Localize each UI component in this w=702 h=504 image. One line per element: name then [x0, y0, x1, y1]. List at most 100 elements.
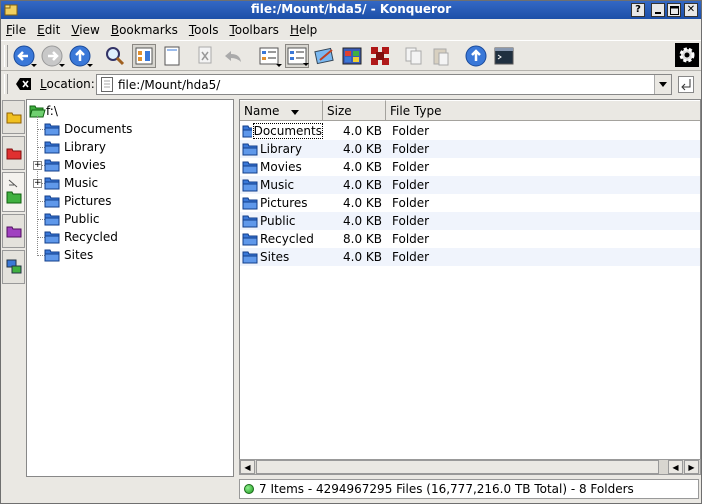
- file-list-view[interactable]: Name Size File Type Documents 4.0 KB Folde…: [239, 99, 701, 475]
- forward-button[interactable]: [40, 44, 65, 68]
- list-header: Name Size File Type: [240, 100, 700, 121]
- undo-icon: [225, 51, 241, 62]
- gear-button[interactable]: [675, 43, 699, 67]
- cell-name[interactable]: Pictures: [240, 196, 323, 210]
- tree-item-music[interactable]: Music: [44, 174, 98, 192]
- column-header-file-type[interactable]: File Type: [386, 100, 700, 121]
- list-row[interactable]: Music 4.0 KB Folder: [240, 176, 700, 194]
- tree-expander-music[interactable]: +: [33, 179, 42, 188]
- image-viewer-button[interactable]: [313, 44, 337, 68]
- windows-button[interactable]: [340, 44, 364, 68]
- list-row[interactable]: Movies 4.0 KB Folder: [240, 158, 700, 176]
- folder-icon: [44, 123, 60, 136]
- icon-view-button[interactable]: [132, 44, 156, 68]
- list-row[interactable]: Library 4.0 KB Folder: [240, 140, 700, 158]
- multicolumn-view-button[interactable]: [285, 44, 309, 68]
- minimize-button[interactable]: [651, 3, 665, 17]
- cell-name[interactable]: Sites: [240, 250, 323, 264]
- status-text: 7 Items - 4294967295 Files (16,777,216.0…: [259, 482, 634, 496]
- column-header-name[interactable]: Name: [240, 100, 323, 121]
- tree-item-documents[interactable]: Documents: [44, 120, 132, 138]
- list-row[interactable]: Recycled 8.0 KB Folder: [240, 230, 700, 248]
- folder-icon: [44, 249, 60, 262]
- cell-file-type: Folder: [392, 196, 430, 210]
- folder-tree[interactable]: f:\ Documents Library + Movies + Music Picture…: [26, 99, 234, 477]
- menu-toolbars[interactable]: Toolbars: [229, 23, 278, 37]
- menu-file[interactable]: File: [6, 23, 26, 37]
- tree-item-movies[interactable]: Movies: [44, 156, 106, 174]
- folder-icon: [44, 177, 60, 190]
- location-dropdown-button[interactable]: [654, 75, 671, 94]
- cut-button[interactable]: [193, 44, 217, 68]
- tree-item-pictures[interactable]: Pictures: [44, 192, 112, 210]
- up-button[interactable]: [68, 44, 93, 68]
- location-handle[interactable]: [4, 74, 8, 94]
- cell-name[interactable]: Music: [240, 178, 323, 192]
- horizontal-scrollbar[interactable]: ◀ ◀ ▶: [239, 459, 701, 475]
- tree-item-public[interactable]: Public: [44, 210, 100, 228]
- sidebar-tab-network[interactable]: [2, 250, 25, 284]
- new-window-button[interactable]: [160, 44, 184, 68]
- tree-expander-movies[interactable]: +: [33, 161, 42, 170]
- tree-item-recycled[interactable]: Recycled: [44, 228, 118, 246]
- office-icon: [371, 47, 389, 65]
- file-icon: [101, 77, 113, 92]
- cell-name[interactable]: Public: [240, 214, 323, 228]
- folder-icon: [44, 141, 60, 154]
- tree-item-sites[interactable]: Sites: [44, 246, 93, 264]
- cell-name[interactable]: Recycled: [240, 232, 323, 246]
- folder-icon: [242, 197, 258, 210]
- menu-edit[interactable]: Edit: [37, 23, 60, 37]
- title-bar[interactable]: file:/Mount/hda5/ - Konqueror ? ✕: [1, 1, 701, 19]
- scroll-thumb[interactable]: [256, 460, 659, 474]
- column-header-size[interactable]: Size: [323, 100, 386, 121]
- close-button[interactable]: ✕: [684, 3, 698, 17]
- find-button[interactable]: [103, 44, 127, 68]
- menu-tools[interactable]: Tools: [189, 23, 219, 37]
- cell-size: 4.0 KB: [343, 178, 382, 192]
- detailed-view-button[interactable]: [257, 44, 282, 68]
- scroll-left-button[interactable]: ◀: [240, 460, 255, 474]
- toolbar-handle[interactable]: [4, 45, 8, 67]
- undo-button[interactable]: [221, 44, 245, 68]
- office-button[interactable]: [368, 44, 392, 68]
- home-button[interactable]: [464, 44, 488, 68]
- sidebar-tabs: [2, 100, 26, 286]
- maximize-button[interactable]: [667, 3, 681, 17]
- back-button[interactable]: [12, 44, 37, 68]
- menu-help[interactable]: Help: [290, 23, 317, 37]
- status-bar: 7 Items - 4294967295 Files (16,777,216.0…: [239, 479, 699, 499]
- sidebar-tab-services[interactable]: [2, 214, 25, 248]
- scroll-right-button[interactable]: ▶: [684, 460, 699, 474]
- cell-file-type: Folder: [392, 142, 430, 156]
- location-input[interactable]: [118, 77, 648, 92]
- tree-item-library[interactable]: Library: [44, 138, 106, 156]
- clear-location-icon[interactable]: [16, 77, 32, 91]
- menu-view[interactable]: View: [71, 23, 99, 37]
- cell-file-type: Folder: [392, 160, 430, 174]
- find-icon: [106, 47, 125, 66]
- tree-root[interactable]: f:\: [29, 102, 58, 120]
- location-combobox[interactable]: [96, 74, 672, 95]
- menu-bookmarks[interactable]: Bookmarks: [111, 23, 178, 37]
- list-row[interactable]: Documents 4.0 KB Folder: [240, 122, 700, 140]
- cell-name[interactable]: Library: [240, 142, 323, 156]
- help-button[interactable]: ?: [631, 3, 645, 17]
- cell-file-type: Folder: [392, 124, 430, 138]
- cell-file-type: Folder: [392, 178, 430, 192]
- list-row[interactable]: Public 4.0 KB Folder: [240, 212, 700, 230]
- network-icon: [6, 259, 21, 274]
- cell-name[interactable]: Movies: [240, 160, 323, 174]
- paste-button[interactable]: [429, 44, 453, 68]
- sidebar-tab-bookmarks[interactable]: [2, 100, 25, 134]
- list-row[interactable]: Sites 4.0 KB Folder: [240, 248, 700, 266]
- list-row[interactable]: Pictures 4.0 KB Folder: [240, 194, 700, 212]
- go-icon[interactable]: [678, 76, 694, 93]
- cell-name[interactable]: Documents: [240, 123, 323, 139]
- copy-button[interactable]: [402, 44, 426, 68]
- sidebar-tab-history[interactable]: [2, 136, 25, 170]
- sidebar-tab-root[interactable]: [2, 172, 25, 212]
- folder-icon: [44, 231, 60, 244]
- terminal-button[interactable]: [492, 44, 516, 68]
- scroll-left-button-2[interactable]: ◀: [668, 460, 683, 474]
